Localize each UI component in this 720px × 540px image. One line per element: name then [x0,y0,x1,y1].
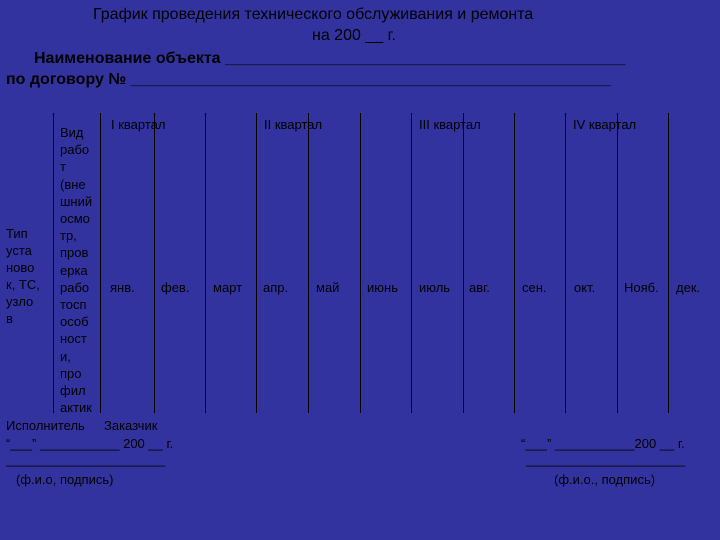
contractor-signature-line: ______________________ [6,452,166,467]
table-divider [53,113,54,413]
customer-date-field: “___” ___________200 __ г. [521,436,685,451]
contractor-date-field: “___” ___________ 200 __ г. [6,436,174,451]
table-divider [617,113,618,413]
month-header: июнь [367,280,398,295]
table-divider [360,113,361,413]
object-name-line: Наименование объекта ___________________… [34,50,626,67]
month-header: дек. [676,280,701,295]
month-header: март [213,280,243,295]
table-divider [565,113,566,413]
contractor-signature-caption: (ф.и.о, подпись) [16,472,114,487]
customer-label: Заказчик [104,418,158,433]
customer-signature-line: ______________________ [526,452,686,467]
quarter-header: I квартал [111,117,166,132]
table-divider [205,113,206,413]
table-divider [154,113,155,413]
document-title-line1: График проведения технического обслужива… [93,6,534,23]
month-header: фев. [161,280,190,295]
contractor-label: Исполнитель [6,418,85,433]
quarter-header: II квартал [264,117,323,132]
table-divider [100,113,101,413]
contract-line: по договору № __________________________… [6,71,612,88]
quarter-header: IV квартал [573,117,637,132]
table-divider [308,113,309,413]
table-divider [256,113,257,413]
table-divider [463,113,464,413]
month-header: июль [419,280,451,295]
month-header: авг. [469,280,490,295]
month-header: май [316,280,340,295]
table-divider [668,113,669,413]
month-header: Нояб. [624,280,659,295]
column-header-unit-type: Тип уста ново к, ТС, узло в [6,226,40,326]
month-header: сен. [522,280,547,295]
document-title-line2: на 200 __ г. [312,27,396,44]
column-header-work-type: Вид рабо т (вне шний осмо тр, пров ерка … [60,125,93,412]
month-header: янв. [110,280,135,295]
quarter-header: III квартал [419,117,481,132]
table-divider [514,113,515,413]
customer-signature-caption: (ф.и.о., подпись) [554,472,656,487]
table-divider [411,113,412,413]
month-header: апр. [263,280,289,295]
month-header: окт. [574,280,596,295]
